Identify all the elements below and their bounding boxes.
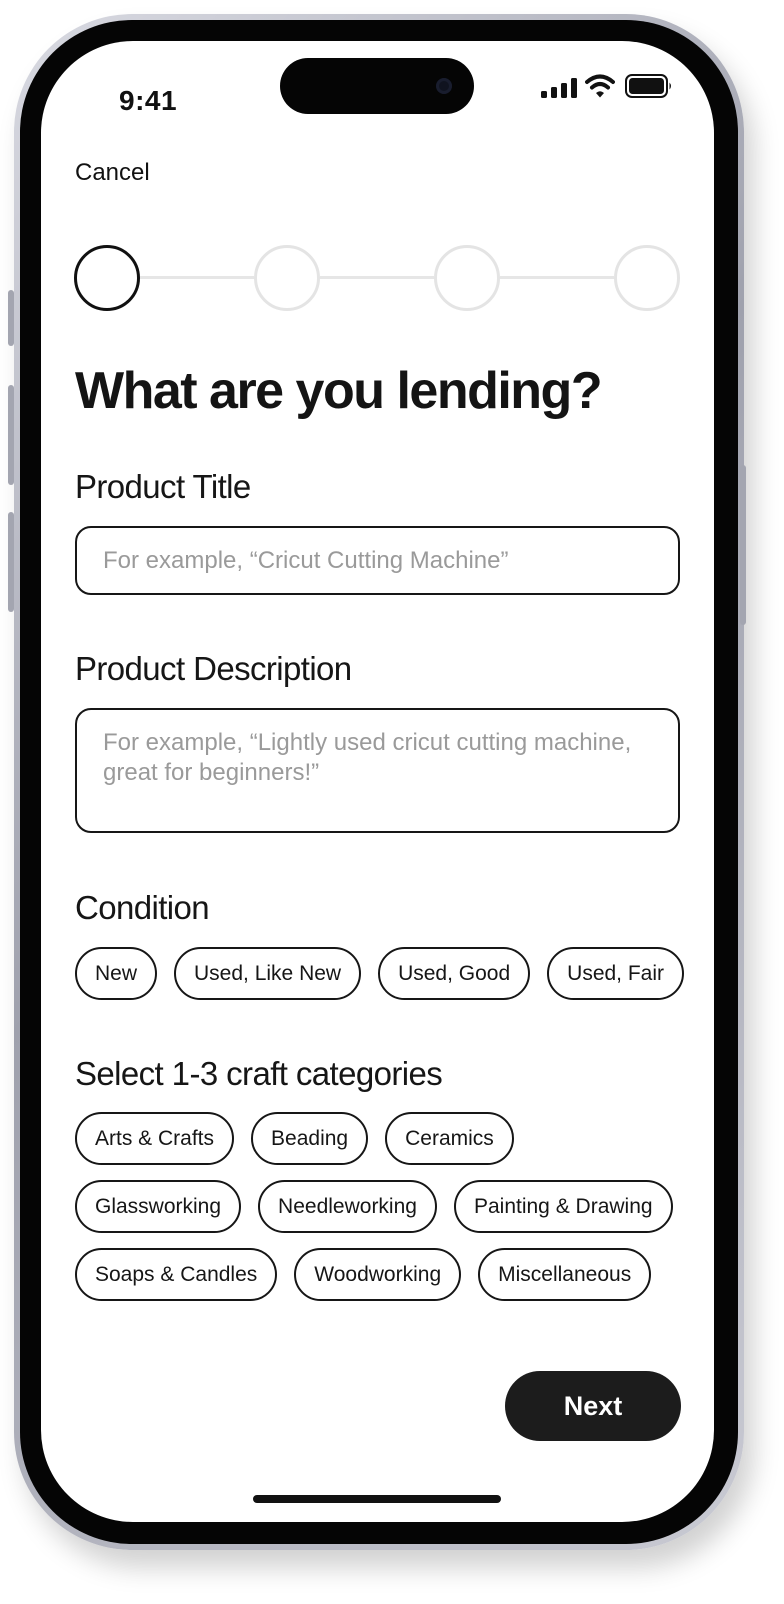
product-description-input[interactable] <box>75 708 680 833</box>
step-connector <box>500 276 614 279</box>
status-time: 9:41 <box>119 85 178 116</box>
cancel-button[interactable]: Cancel <box>75 159 150 187</box>
category-chip-arts-crafts[interactable]: Arts & Crafts <box>75 1112 235 1165</box>
volume-down-button <box>8 512 14 612</box>
step-1-indicator <box>74 245 140 311</box>
cellular-signal-icon <box>541 78 577 98</box>
condition-chip-used-fair[interactable]: Used, Fair <box>547 947 685 1000</box>
category-options-row-1: Arts & Crafts Beading Ceramics <box>75 1112 514 1165</box>
page-title: What are you lending? <box>75 362 603 420</box>
category-chip-needleworking[interactable]: Needleworking <box>258 1180 437 1233</box>
category-options-row-3: Soaps & Candles Woodworking Miscellaneou… <box>75 1248 652 1301</box>
wifi-icon <box>585 74 615 98</box>
category-chip-soaps-candles[interactable]: Soaps & Candles <box>75 1248 278 1301</box>
categories-label: Select 1-3 craft categories <box>75 1055 443 1092</box>
power-button <box>740 465 746 625</box>
volume-up-button <box>8 385 14 485</box>
condition-chip-used-like-new[interactable]: Used, Like New <box>174 947 362 1000</box>
condition-chip-used-good[interactable]: Used, Good <box>378 947 531 1000</box>
category-chip-miscellaneous[interactable]: Miscellaneous <box>478 1248 652 1301</box>
category-chip-beading[interactable]: Beading <box>251 1112 369 1165</box>
next-button[interactable]: Next <box>505 1371 681 1441</box>
category-chip-ceramics[interactable]: Ceramics <box>385 1112 514 1165</box>
step-connector <box>140 276 254 279</box>
category-chip-glassworking[interactable]: Glassworking <box>75 1180 242 1233</box>
step-2-indicator <box>254 245 320 311</box>
product-title-input[interactable] <box>75 526 680 595</box>
product-title-label: Product Title <box>75 468 251 505</box>
home-indicator[interactable] <box>253 1495 501 1503</box>
front-camera <box>436 78 452 94</box>
dynamic-island <box>280 58 474 114</box>
step-4-indicator <box>614 245 680 311</box>
condition-options: New Used, Like New Used, Good Used, Fair <box>75 947 685 1000</box>
category-chip-woodworking[interactable]: Woodworking <box>294 1248 462 1301</box>
step-3-indicator <box>434 245 500 311</box>
condition-label: Condition <box>75 889 210 926</box>
progress-stepper <box>74 245 680 311</box>
action-button <box>8 290 14 346</box>
battery-icon <box>625 74 671 98</box>
category-chip-painting-drawing[interactable]: Painting & Drawing <box>453 1180 673 1233</box>
step-connector <box>320 276 434 279</box>
product-description-label: Product Description <box>75 650 352 687</box>
app-screen: 9:41 Cancel What are you lending? Produc… <box>41 41 714 1522</box>
category-options-row-2: Glassworking Needleworking Painting & Dr… <box>75 1180 673 1233</box>
condition-chip-new[interactable]: New <box>75 947 158 1000</box>
